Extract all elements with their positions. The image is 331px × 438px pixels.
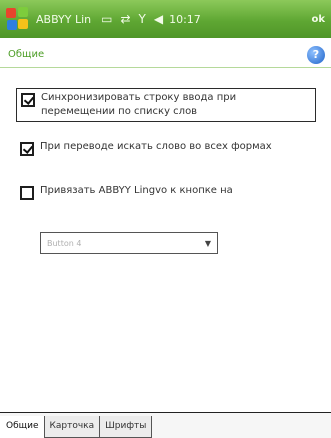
help-icon[interactable]: ? <box>307 46 325 64</box>
button-select-value: Button 4 <box>47 238 82 248</box>
option-sync-input[interactable]: Синхронизировать строку ввода при переме… <box>16 88 316 122</box>
tab-card[interactable]: Карточка <box>43 416 101 438</box>
title-bar: ABBYY Lin ▭ ⇄ Y ◀ 10:17 ok <box>0 0 331 38</box>
signal-icon[interactable]: Y <box>139 12 146 26</box>
all-forms-label: При переводе искать слово во всех формах <box>40 141 272 152</box>
sync-input-checkbox[interactable] <box>21 93 35 107</box>
clock[interactable]: 10:17 <box>169 13 201 26</box>
option-all-forms[interactable]: При переводе искать слово во всех формах <box>20 140 310 156</box>
tab-bar: Общие Карточка Шрифты <box>0 412 331 438</box>
bind-button-label: Привязать ABBYY Lingvo к кнопке на <box>40 185 233 196</box>
volume-icon[interactable]: ◀ <box>154 12 163 26</box>
page-title: Общие <box>8 49 45 60</box>
all-forms-checkbox[interactable] <box>20 142 34 156</box>
option-bind-button[interactable]: Привязать ABBYY Lingvo к кнопке на <box>20 184 310 200</box>
sync-input-label: Синхронизировать строку ввода при переме… <box>41 92 237 117</box>
connectivity-icon[interactable]: ⇄ <box>120 12 130 26</box>
bind-button-checkbox[interactable] <box>20 186 34 200</box>
app-title: ABBYY Lin <box>36 12 92 26</box>
ok-button[interactable]: ok <box>311 14 325 25</box>
windows-flag-icon[interactable] <box>6 7 30 31</box>
button-select[interactable]: Button 4 ▼ <box>40 232 218 254</box>
chevron-down-icon[interactable]: ▼ <box>205 239 211 248</box>
tab-general[interactable]: Общие <box>0 416 45 438</box>
window-icon[interactable]: ▭ <box>101 12 112 26</box>
tab-fonts[interactable]: Шрифты <box>99 416 153 438</box>
page-header: Общие ? <box>0 44 331 68</box>
